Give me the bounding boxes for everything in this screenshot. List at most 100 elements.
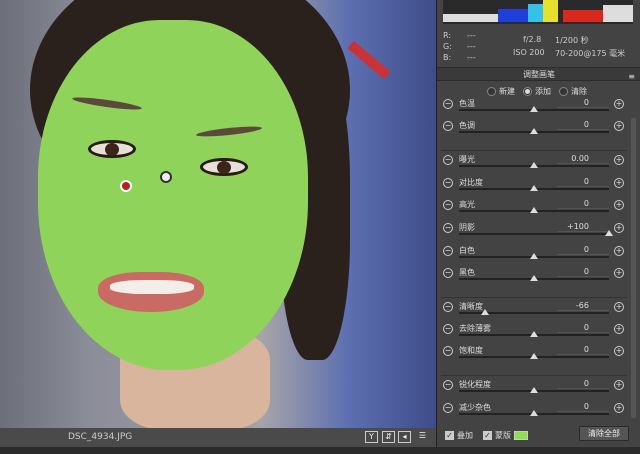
plus-icon[interactable]: + (614, 246, 624, 256)
brush-pin[interactable] (160, 171, 172, 183)
divider (441, 150, 627, 151)
slider-thumb[interactable] (530, 128, 538, 134)
plus-icon[interactable]: + (614, 324, 624, 334)
plus-icon[interactable]: + (614, 268, 624, 278)
slider-thumb[interactable] (530, 331, 538, 337)
slider-value[interactable]: 0 (557, 98, 609, 108)
mode-new[interactable]: 新建 (487, 86, 515, 97)
slider-value[interactable]: 0 (557, 402, 609, 412)
plus-icon[interactable]: + (614, 380, 624, 390)
slider-thumb[interactable] (530, 353, 538, 359)
check-icon: ✓ (445, 431, 454, 440)
histogram-band (498, 9, 528, 22)
aperture: f/2.8 (523, 35, 542, 44)
slider-label: 减少杂色 (459, 403, 491, 412)
minus-icon[interactable]: − (443, 155, 453, 165)
plus-icon[interactable]: + (614, 302, 624, 312)
slider-row: − 色温 0 + (437, 98, 640, 120)
minus-icon[interactable]: − (443, 178, 453, 188)
mask-checkbox[interactable]: ✓ 蒙版 (483, 430, 528, 441)
overlay-label: 叠加 (457, 431, 473, 440)
slider-value[interactable]: +100 (557, 222, 609, 232)
slider-thumb[interactable] (530, 410, 538, 416)
slider-thumb[interactable] (530, 106, 538, 112)
plus-icon[interactable]: + (614, 223, 624, 233)
minus-icon[interactable]: − (443, 324, 453, 334)
hair-stick (347, 40, 391, 80)
slider-value[interactable]: 0 (557, 120, 609, 130)
plus-icon[interactable]: + (614, 121, 624, 131)
minus-icon[interactable]: − (443, 346, 453, 356)
slider-value[interactable]: 0 (557, 379, 609, 389)
slider-thumb[interactable] (480, 309, 489, 315)
copy-button[interactable]: ◂ (398, 431, 411, 443)
slider-row: − 阴影 +100 + (437, 222, 640, 244)
slider-thumb[interactable] (530, 387, 538, 393)
slider-label: 去除薄雾 (459, 324, 491, 333)
plus-icon[interactable]: + (614, 346, 624, 356)
mode-add[interactable]: 添加 (523, 86, 551, 97)
filename: DSC_4934.JPG (68, 432, 133, 442)
slider-row: − 高光 0 + (437, 199, 640, 221)
minus-icon[interactable]: − (443, 246, 453, 256)
slider-track[interactable] (459, 233, 609, 235)
plus-icon[interactable]: + (614, 178, 624, 188)
slider-value[interactable]: 0 (557, 323, 609, 333)
r-value: --- (467, 31, 476, 40)
slider-label: 高光 (459, 200, 475, 209)
slider-thumb[interactable] (530, 207, 538, 213)
slider-value[interactable]: 0 (557, 199, 609, 209)
minus-icon[interactable]: − (443, 403, 453, 413)
slider-thumb[interactable] (605, 230, 613, 236)
minus-icon[interactable]: − (443, 99, 453, 109)
slider-value[interactable]: 0.00 (557, 154, 609, 164)
g-label: G: (443, 42, 452, 51)
image-canvas[interactable] (0, 0, 436, 428)
slider-thumb[interactable] (530, 185, 538, 191)
brush-pin-active[interactable] (120, 180, 132, 192)
swap-button[interactable]: ⇵ (382, 431, 395, 443)
minus-icon[interactable]: − (443, 380, 453, 390)
right-panel: R: G: B: --- --- --- f/2.8 1/200 秒 ISO 2… (436, 0, 640, 447)
menu-icon[interactable]: ≡ (628, 70, 635, 83)
slider-value[interactable]: 0 (557, 245, 609, 255)
view-y-button[interactable]: Y (365, 431, 378, 443)
plus-icon[interactable]: + (614, 200, 624, 210)
overlay-checkbox[interactable]: ✓ 叠加 (445, 430, 473, 441)
scrollbar[interactable] (631, 118, 636, 418)
plus-icon[interactable]: + (614, 99, 624, 109)
slider-thumb[interactable] (530, 275, 538, 281)
mask-color-swatch[interactable] (514, 431, 528, 440)
panel-title: 调整画笔 (523, 70, 555, 79)
settings-icon[interactable]: ☰ (416, 431, 429, 443)
clear-all-button[interactable]: 清除全部 (579, 426, 629, 441)
mask-label: 蒙版 (495, 431, 511, 440)
minus-icon[interactable]: − (443, 268, 453, 278)
slider-row: − 黑色 0 + (437, 267, 640, 289)
minus-icon[interactable]: − (443, 121, 453, 131)
slider-value[interactable]: 0 (557, 267, 609, 277)
mode-label: 添加 (535, 87, 551, 96)
slider-label: 阴影 (459, 223, 475, 232)
slider-thumb[interactable] (530, 162, 538, 168)
slider-label: 黑色 (459, 268, 475, 277)
slider-row: − 白色 0 + (437, 245, 640, 267)
shutter: 1/200 秒 (555, 36, 589, 45)
mode-erase[interactable]: 清除 (559, 86, 587, 97)
histogram (443, 0, 633, 24)
plus-icon[interactable]: + (614, 403, 624, 413)
slider-value[interactable]: -66 (557, 301, 609, 311)
slider-label: 色调 (459, 121, 475, 130)
slider-value[interactable]: 0 (557, 177, 609, 187)
lens: 70-200@175 毫米 (555, 49, 626, 58)
histogram-band (563, 10, 603, 22)
plus-icon[interactable]: + (614, 155, 624, 165)
image-status-bar: DSC_4934.JPG Y ⇵ ◂ ☰ (0, 428, 436, 447)
slider-label: 白色 (459, 246, 475, 255)
minus-icon[interactable]: − (443, 200, 453, 210)
slider-thumb[interactable] (530, 253, 538, 259)
check-icon: ✓ (483, 431, 492, 440)
slider-value[interactable]: 0 (557, 345, 609, 355)
minus-icon[interactable]: − (443, 223, 453, 233)
minus-icon[interactable]: − (443, 302, 453, 312)
